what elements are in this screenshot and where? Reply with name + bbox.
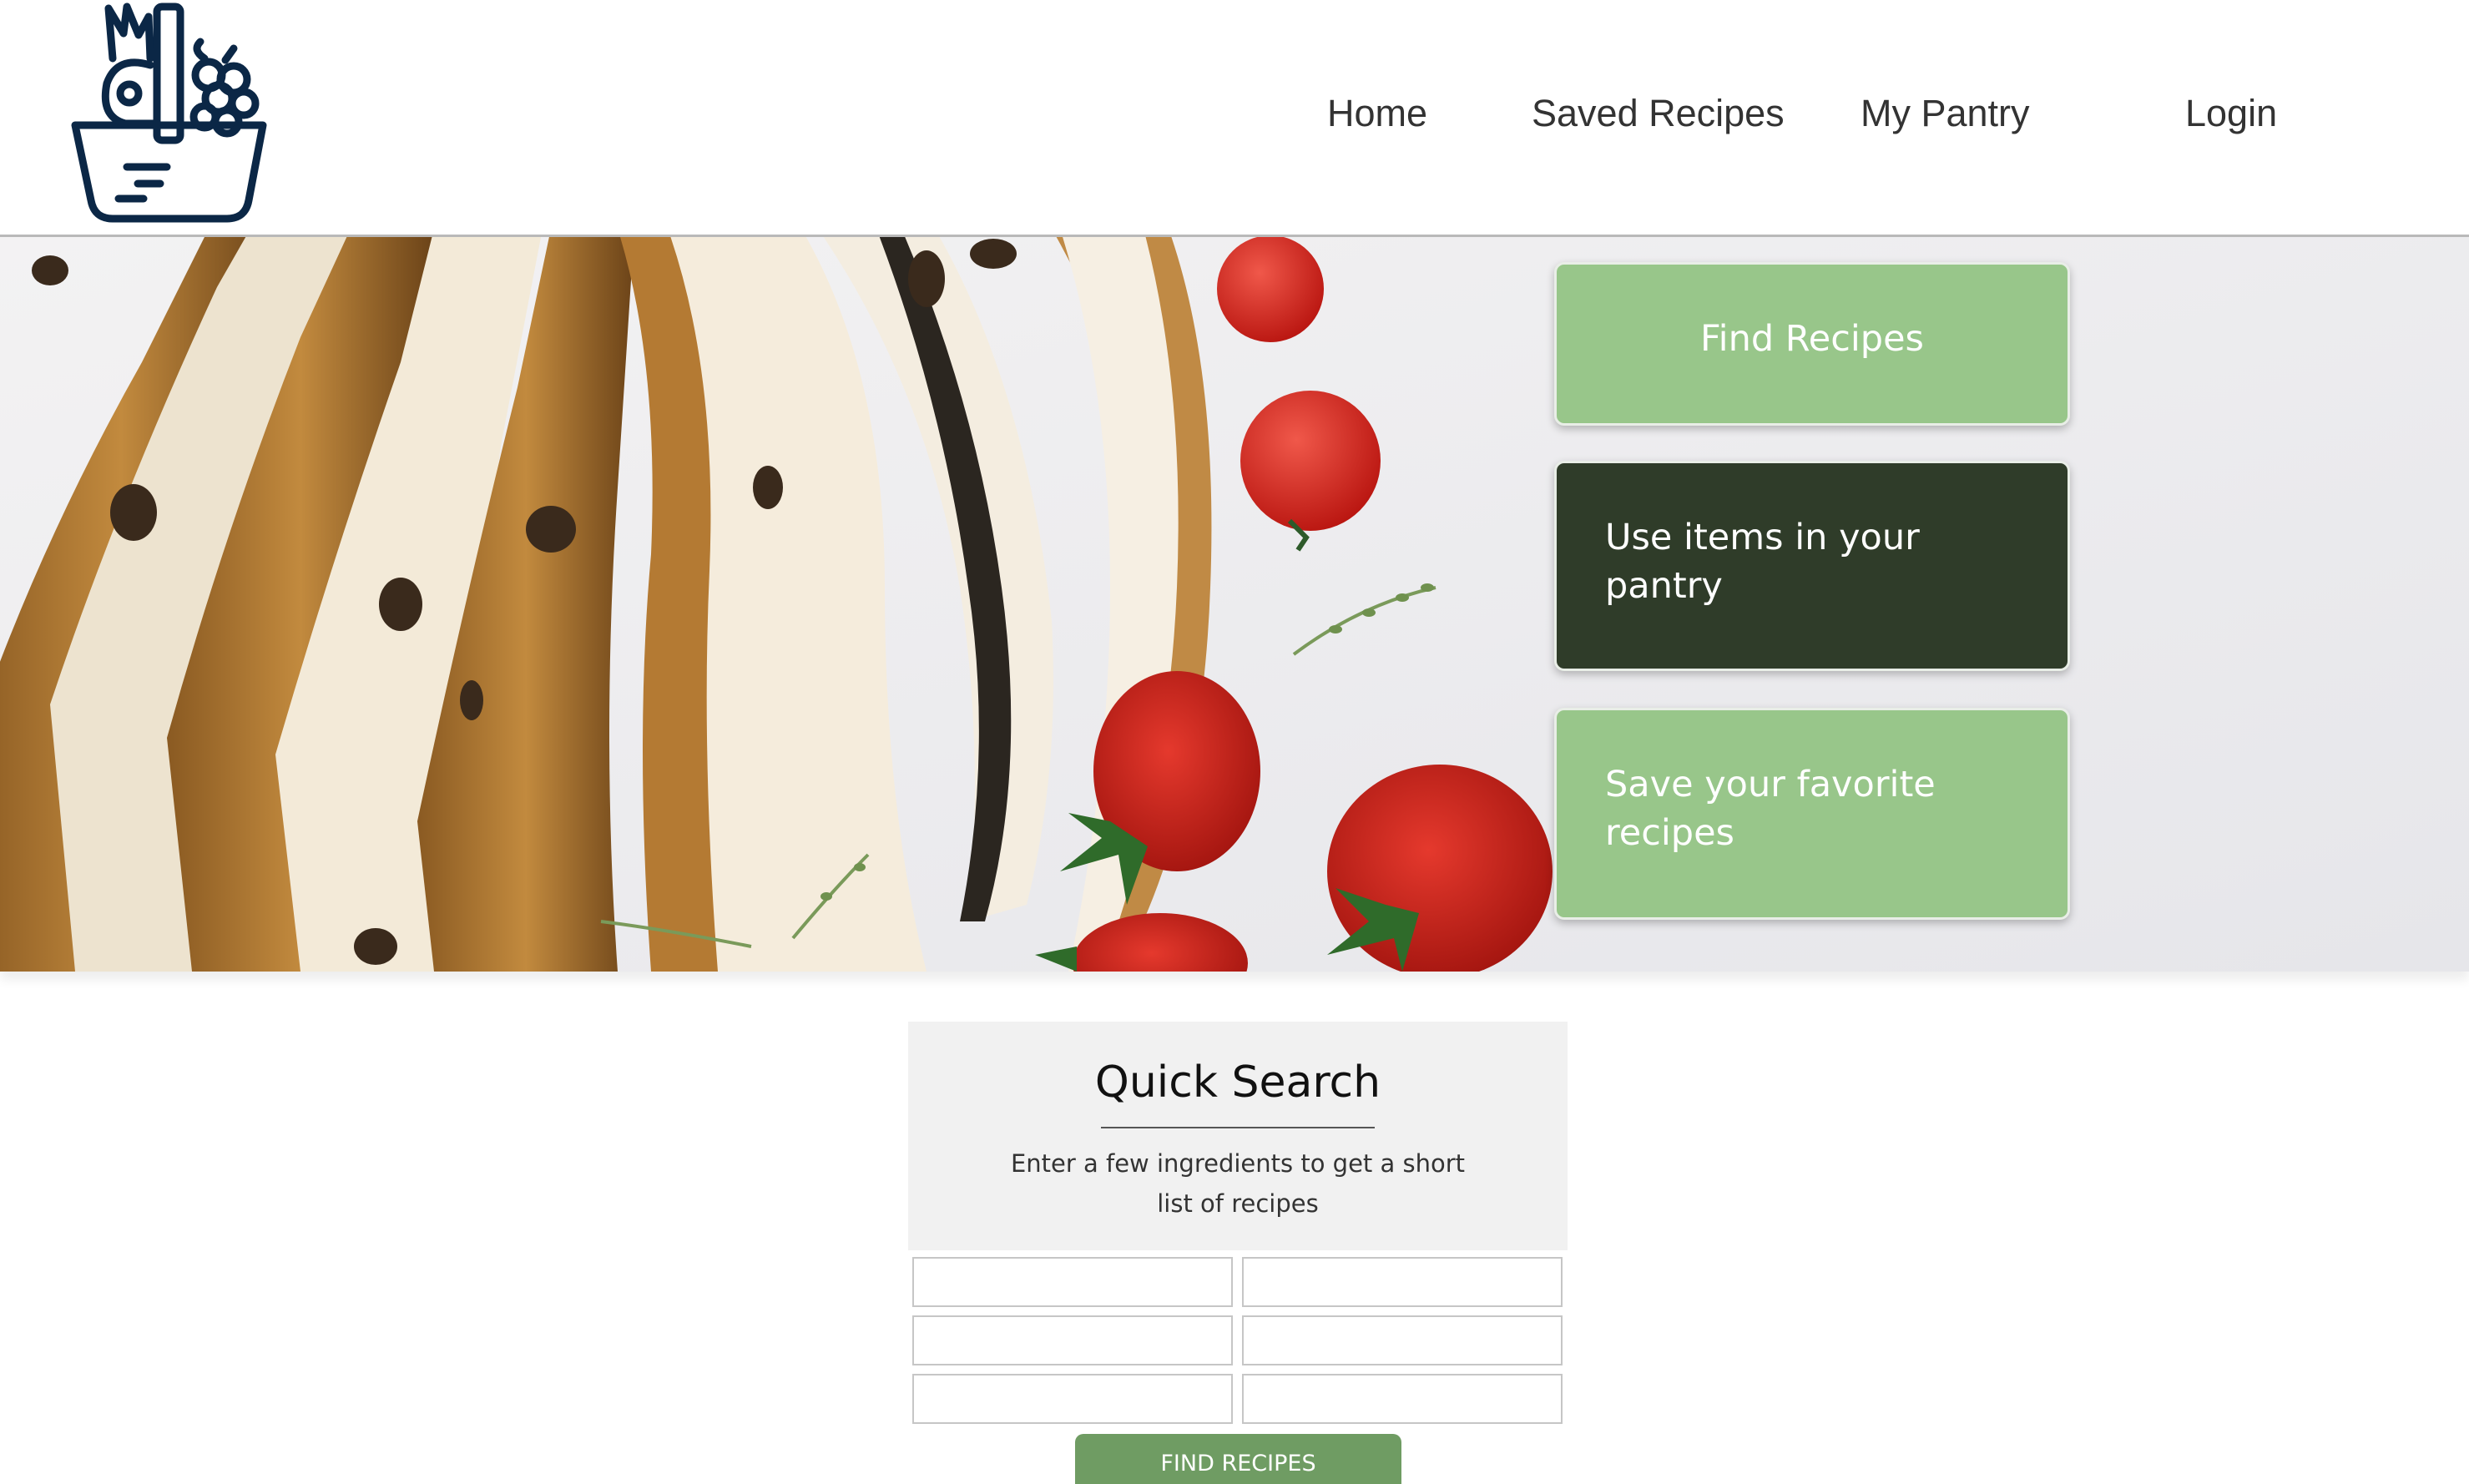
quick-search-title: Quick Search: [1094, 1057, 1381, 1108]
nav-my-pantry-link[interactable]: My Pantry: [1861, 90, 2030, 137]
fruit-basket-icon[interactable]: [67, 0, 275, 234]
use-pantry-items-card-label: Use items in your pantry: [1605, 517, 1920, 607]
ingredient-input-1[interactable]: [912, 1257, 1233, 1307]
save-favorites-card[interactable]: Save your favorite recipes: [1554, 708, 2070, 920]
hero-banner: Find Recipes Use items in your pantry Sa…: [0, 237, 2469, 972]
ingredient-input-3[interactable]: [912, 1315, 1233, 1365]
find-recipes-card[interactable]: Find Recipes: [1554, 262, 2070, 426]
find-recipes-card-label: Find Recipes: [1700, 318, 1924, 360]
use-pantry-items-card[interactable]: Use items in your pantry: [1554, 461, 2070, 671]
find-recipes-button[interactable]: FIND RECIPES: [1075, 1434, 1401, 1484]
tomato: [1217, 237, 1324, 342]
quick-search-divider: [1101, 1127, 1375, 1128]
nav-saved-recipes-link[interactable]: Saved Recipes: [1532, 90, 1785, 137]
site-header: Home Saved Recipes My Pantry Login: [0, 0, 2469, 237]
quick-search-panel: Quick Search Enter a few ingredients to …: [908, 1022, 1568, 1250]
ingredient-input-2[interactable]: [1242, 1257, 1563, 1307]
tomato: [1240, 391, 1381, 531]
ingredient-input-4[interactable]: [1242, 1315, 1563, 1365]
ingredient-input-6[interactable]: [1242, 1374, 1563, 1424]
hero-food-photo: [0, 237, 2469, 972]
quick-search-description: Enter a few ingredients to get a short l…: [1010, 1149, 1466, 1218]
ingredient-input-5[interactable]: [912, 1374, 1233, 1424]
nav-home-link[interactable]: Home: [1327, 90, 1427, 137]
nav-login-link[interactable]: Login: [2185, 90, 2277, 137]
save-favorites-card-label: Save your favorite recipes: [1605, 764, 1936, 854]
